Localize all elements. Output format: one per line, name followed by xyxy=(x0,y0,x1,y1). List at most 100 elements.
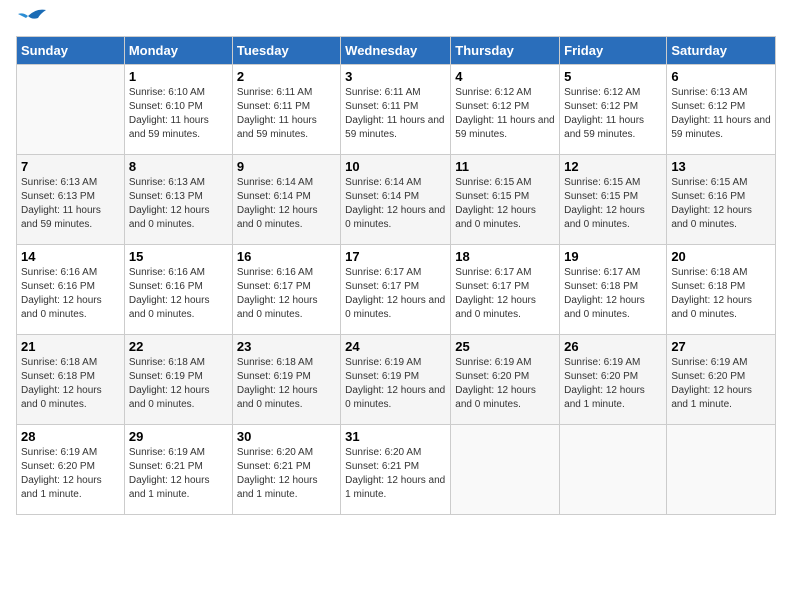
day-number: 20 xyxy=(671,249,771,264)
calendar-cell: 5 Sunrise: 6:12 AMSunset: 6:12 PMDayligh… xyxy=(560,65,667,155)
calendar-cell: 12 Sunrise: 6:15 AMSunset: 6:15 PMDaylig… xyxy=(560,155,667,245)
logo xyxy=(16,16,48,28)
calendar-cell: 23 Sunrise: 6:18 AMSunset: 6:19 PMDaylig… xyxy=(232,335,340,425)
calendar-cell: 27 Sunrise: 6:19 AMSunset: 6:20 PMDaylig… xyxy=(667,335,776,425)
calendar-cell: 28 Sunrise: 6:19 AMSunset: 6:20 PMDaylig… xyxy=(17,425,125,515)
calendar-cell: 1 Sunrise: 6:10 AMSunset: 6:10 PMDayligh… xyxy=(124,65,232,155)
day-info: Sunrise: 6:17 AMSunset: 6:17 PMDaylight:… xyxy=(455,267,536,320)
day-info: Sunrise: 6:14 AMSunset: 6:14 PMDaylight:… xyxy=(237,177,318,230)
day-info: Sunrise: 6:19 AMSunset: 6:20 PMDaylight:… xyxy=(455,357,536,410)
calendar-cell: 8 Sunrise: 6:13 AMSunset: 6:13 PMDayligh… xyxy=(124,155,232,245)
day-number: 26 xyxy=(564,339,662,354)
day-info: Sunrise: 6:19 AMSunset: 6:21 PMDaylight:… xyxy=(129,447,210,500)
calendar-week-2: 7 Sunrise: 6:13 AMSunset: 6:13 PMDayligh… xyxy=(17,155,776,245)
calendar-cell: 18 Sunrise: 6:17 AMSunset: 6:17 PMDaylig… xyxy=(451,245,560,335)
calendar-cell xyxy=(17,65,125,155)
calendar-cell: 9 Sunrise: 6:14 AMSunset: 6:14 PMDayligh… xyxy=(232,155,340,245)
day-info: Sunrise: 6:11 AMSunset: 6:11 PMDaylight:… xyxy=(345,87,444,140)
day-number: 4 xyxy=(455,69,555,84)
col-header-monday: Monday xyxy=(124,37,232,65)
col-header-sunday: Sunday xyxy=(17,37,125,65)
day-number: 6 xyxy=(671,69,771,84)
day-number: 8 xyxy=(129,159,228,174)
calendar-week-5: 28 Sunrise: 6:19 AMSunset: 6:20 PMDaylig… xyxy=(17,425,776,515)
day-number: 12 xyxy=(564,159,662,174)
calendar-cell: 22 Sunrise: 6:18 AMSunset: 6:19 PMDaylig… xyxy=(124,335,232,425)
day-number: 21 xyxy=(21,339,120,354)
day-number: 9 xyxy=(237,159,336,174)
col-header-tuesday: Tuesday xyxy=(232,37,340,65)
day-info: Sunrise: 6:19 AMSunset: 6:20 PMDaylight:… xyxy=(564,357,645,410)
day-number: 22 xyxy=(129,339,228,354)
day-number: 18 xyxy=(455,249,555,264)
day-number: 16 xyxy=(237,249,336,264)
calendar-cell: 14 Sunrise: 6:16 AMSunset: 6:16 PMDaylig… xyxy=(17,245,125,335)
day-number: 28 xyxy=(21,429,120,444)
day-info: Sunrise: 6:18 AMSunset: 6:18 PMDaylight:… xyxy=(21,357,102,410)
calendar-week-1: 1 Sunrise: 6:10 AMSunset: 6:10 PMDayligh… xyxy=(17,65,776,155)
day-info: Sunrise: 6:15 AMSunset: 6:15 PMDaylight:… xyxy=(564,177,645,230)
calendar-week-4: 21 Sunrise: 6:18 AMSunset: 6:18 PMDaylig… xyxy=(17,335,776,425)
day-info: Sunrise: 6:19 AMSunset: 6:20 PMDaylight:… xyxy=(671,357,752,410)
day-info: Sunrise: 6:20 AMSunset: 6:21 PMDaylight:… xyxy=(237,447,318,500)
day-number: 14 xyxy=(21,249,120,264)
day-number: 1 xyxy=(129,69,228,84)
day-number: 2 xyxy=(237,69,336,84)
day-info: Sunrise: 6:12 AMSunset: 6:12 PMDaylight:… xyxy=(564,87,644,140)
calendar-cell: 31 Sunrise: 6:20 AMSunset: 6:21 PMDaylig… xyxy=(341,425,451,515)
day-info: Sunrise: 6:16 AMSunset: 6:16 PMDaylight:… xyxy=(129,267,210,320)
day-info: Sunrise: 6:13 AMSunset: 6:12 PMDaylight:… xyxy=(671,87,770,140)
page-header xyxy=(16,16,776,28)
day-number: 15 xyxy=(129,249,228,264)
calendar-cell: 24 Sunrise: 6:19 AMSunset: 6:19 PMDaylig… xyxy=(341,335,451,425)
day-info: Sunrise: 6:17 AMSunset: 6:17 PMDaylight:… xyxy=(345,267,445,320)
calendar-cell: 21 Sunrise: 6:18 AMSunset: 6:18 PMDaylig… xyxy=(17,335,125,425)
calendar-cell: 16 Sunrise: 6:16 AMSunset: 6:17 PMDaylig… xyxy=(232,245,340,335)
col-header-saturday: Saturday xyxy=(667,37,776,65)
logo-bird-icon xyxy=(18,6,48,28)
calendar-cell: 2 Sunrise: 6:11 AMSunset: 6:11 PMDayligh… xyxy=(232,65,340,155)
col-header-thursday: Thursday xyxy=(451,37,560,65)
day-number: 30 xyxy=(237,429,336,444)
day-number: 24 xyxy=(345,339,446,354)
day-info: Sunrise: 6:11 AMSunset: 6:11 PMDaylight:… xyxy=(237,87,317,140)
calendar-cell: 13 Sunrise: 6:15 AMSunset: 6:16 PMDaylig… xyxy=(667,155,776,245)
calendar-week-3: 14 Sunrise: 6:16 AMSunset: 6:16 PMDaylig… xyxy=(17,245,776,335)
day-info: Sunrise: 6:12 AMSunset: 6:12 PMDaylight:… xyxy=(455,87,554,140)
day-info: Sunrise: 6:15 AMSunset: 6:15 PMDaylight:… xyxy=(455,177,536,230)
day-number: 3 xyxy=(345,69,446,84)
day-info: Sunrise: 6:13 AMSunset: 6:13 PMDaylight:… xyxy=(21,177,101,230)
calendar-cell: 17 Sunrise: 6:17 AMSunset: 6:17 PMDaylig… xyxy=(341,245,451,335)
day-number: 17 xyxy=(345,249,446,264)
calendar-header-row: SundayMondayTuesdayWednesdayThursdayFrid… xyxy=(17,37,776,65)
day-number: 23 xyxy=(237,339,336,354)
calendar-cell xyxy=(560,425,667,515)
day-number: 5 xyxy=(564,69,662,84)
day-number: 10 xyxy=(345,159,446,174)
calendar-cell: 10 Sunrise: 6:14 AMSunset: 6:14 PMDaylig… xyxy=(341,155,451,245)
calendar-cell: 6 Sunrise: 6:13 AMSunset: 6:12 PMDayligh… xyxy=(667,65,776,155)
calendar-table: SundayMondayTuesdayWednesdayThursdayFrid… xyxy=(16,36,776,515)
calendar-cell: 11 Sunrise: 6:15 AMSunset: 6:15 PMDaylig… xyxy=(451,155,560,245)
calendar-cell xyxy=(451,425,560,515)
calendar-cell: 3 Sunrise: 6:11 AMSunset: 6:11 PMDayligh… xyxy=(341,65,451,155)
day-info: Sunrise: 6:15 AMSunset: 6:16 PMDaylight:… xyxy=(671,177,752,230)
day-info: Sunrise: 6:17 AMSunset: 6:18 PMDaylight:… xyxy=(564,267,645,320)
day-info: Sunrise: 6:20 AMSunset: 6:21 PMDaylight:… xyxy=(345,447,445,500)
day-info: Sunrise: 6:16 AMSunset: 6:17 PMDaylight:… xyxy=(237,267,318,320)
day-number: 11 xyxy=(455,159,555,174)
calendar-cell xyxy=(667,425,776,515)
day-number: 25 xyxy=(455,339,555,354)
day-info: Sunrise: 6:19 AMSunset: 6:19 PMDaylight:… xyxy=(345,357,445,410)
calendar-cell: 25 Sunrise: 6:19 AMSunset: 6:20 PMDaylig… xyxy=(451,335,560,425)
day-info: Sunrise: 6:13 AMSunset: 6:13 PMDaylight:… xyxy=(129,177,210,230)
day-info: Sunrise: 6:18 AMSunset: 6:19 PMDaylight:… xyxy=(237,357,318,410)
calendar-cell: 26 Sunrise: 6:19 AMSunset: 6:20 PMDaylig… xyxy=(560,335,667,425)
day-info: Sunrise: 6:19 AMSunset: 6:20 PMDaylight:… xyxy=(21,447,102,500)
day-number: 19 xyxy=(564,249,662,264)
calendar-cell: 15 Sunrise: 6:16 AMSunset: 6:16 PMDaylig… xyxy=(124,245,232,335)
day-info: Sunrise: 6:18 AMSunset: 6:19 PMDaylight:… xyxy=(129,357,210,410)
col-header-friday: Friday xyxy=(560,37,667,65)
day-number: 13 xyxy=(671,159,771,174)
calendar-cell: 4 Sunrise: 6:12 AMSunset: 6:12 PMDayligh… xyxy=(451,65,560,155)
